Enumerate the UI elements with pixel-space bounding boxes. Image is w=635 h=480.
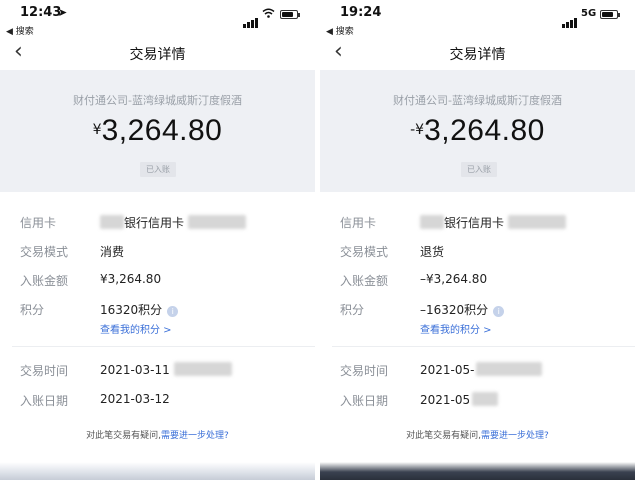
transaction-time-value: 2021-05- — [420, 363, 475, 377]
network-type: 5G — [581, 8, 597, 19]
status-bar: 19:24 5G — [320, 0, 635, 28]
posted-date-value: 2021-03-12 — [100, 392, 170, 406]
transaction-time-value-wrap: 2021-05- — [420, 362, 543, 377]
further-action-link[interactable]: 需要进一步处理? — [481, 431, 549, 441]
card-row: 信用卡 银行信用卡 — [320, 212, 635, 232]
transaction-summary: 财付通公司-蓝湾绿城威斯汀度假酒 ¥3,264.80 已入账 — [0, 70, 315, 192]
posted-date-row: 入账日期 2021-05 — [320, 390, 635, 410]
redacted-block — [173, 362, 232, 376]
points-value-wrap: –16320积分 i — [420, 301, 505, 318]
points-value: 16320积分 — [100, 303, 163, 317]
posted-amount-label: 入账金额 — [340, 274, 389, 288]
transaction-time-row: 交易时间 2021-03-11 — [0, 360, 315, 380]
wifi-icon — [262, 8, 275, 18]
redacted-block — [508, 215, 567, 229]
merchant-name: 财付通公司-蓝湾绿城威斯汀度假酒 — [73, 94, 242, 107]
battery-icon — [280, 10, 300, 19]
points-row: 积分 16320积分 i — [0, 299, 315, 319]
status-badge: 已入账 — [140, 162, 176, 177]
posted-date-label: 入账日期 — [340, 394, 389, 408]
card-value: 银行信用卡 — [100, 214, 247, 231]
card-label: 信用卡 — [20, 216, 57, 230]
card-value: 银行信用卡 — [420, 214, 567, 231]
redacted-block — [472, 392, 499, 406]
posted-date-label: 入账日期 — [20, 394, 69, 408]
posted-amount-label: 入账金额 — [20, 274, 69, 288]
amount-value: 3,264.80 — [424, 114, 545, 147]
status-bar: 12:43 ➤ — [0, 0, 315, 28]
points-row: 积分 –16320积分 i — [320, 299, 635, 319]
signal-bars-icon — [562, 9, 578, 28]
transaction-time-value: 2021-03-11 — [100, 363, 170, 377]
transaction-time-label: 交易时间 — [340, 364, 389, 378]
merchant-name: 财付通公司-蓝湾绿城威斯汀度假酒 — [393, 94, 562, 107]
info-icon[interactable]: i — [493, 306, 505, 317]
card-name: 银行信用卡 — [124, 216, 185, 230]
mode-label: 交易模式 — [340, 245, 389, 259]
points-label: 积分 — [20, 303, 45, 317]
signal-bars-icon — [243, 9, 259, 28]
redacted-block — [420, 215, 444, 229]
posted-amount-row: 入账金额 –¥3,264.80 — [320, 270, 635, 290]
card-name: 银行信用卡 — [444, 216, 505, 230]
points-value-wrap: 16320积分 i — [100, 301, 179, 318]
page-title: 交易详情 — [129, 47, 186, 63]
posted-date-value: 2021-05 — [420, 393, 471, 407]
mode-label: 交易模式 — [20, 245, 69, 259]
status-time: 12:43 — [20, 5, 62, 20]
further-action-link[interactable]: 需要进一步处理? — [161, 431, 229, 441]
amount-value: 3,264.80 — [101, 114, 223, 147]
left-phone-screen: 12:43 ➤ ◀ 搜索 ‹ 交易详情 财付通公司-蓝湾绿城威斯汀度假酒 ¥3,… — [0, 0, 315, 480]
question-prompt: 对此笔交易有疑问,需要进一步处理? — [0, 428, 315, 441]
nav-bar: ‹ 交易详情 — [320, 38, 635, 68]
posted-date-row: 入账日期 2021-03-12 — [0, 390, 315, 410]
transaction-amount: ¥3,264.80 — [0, 114, 315, 148]
transaction-time-row: 交易时间 2021-05- — [320, 360, 635, 380]
question-text: 对此笔交易有疑问, — [406, 431, 482, 441]
mode-value: 消费 — [100, 245, 125, 259]
status-badge: 已入账 — [461, 162, 497, 177]
right-phone-screen: 19:24 5G ◀ 搜索 ‹ 交易详情 财付通公司-蓝湾绿城威斯汀度假酒 -¥… — [320, 0, 635, 480]
card-label: 信用卡 — [340, 216, 377, 230]
posted-amount-value: –¥3,264.80 — [420, 272, 488, 286]
transaction-summary: 财付通公司-蓝湾绿城威斯汀度假酒 -¥3,264.80 已入账 — [320, 70, 635, 192]
posted-amount-value: ¥3,264.80 — [100, 272, 162, 286]
bottom-bar — [320, 460, 635, 480]
info-icon[interactable]: i — [167, 306, 179, 317]
bottom-bar — [0, 460, 315, 480]
divider — [332, 346, 635, 347]
transaction-time-label: 交易时间 — [20, 364, 69, 378]
posted-amount-row: 入账金额 ¥3,264.80 — [0, 270, 315, 290]
view-points-link[interactable]: 查看我的积分 > — [100, 321, 172, 336]
page-title: 交易详情 — [449, 47, 506, 63]
view-points-link[interactable]: 查看我的积分 > — [420, 321, 492, 336]
mode-row: 交易模式 退货 — [320, 241, 635, 261]
back-to-search-link[interactable]: ◀ 搜索 — [6, 24, 34, 37]
redacted-block — [476, 362, 543, 376]
card-row: 信用卡 银行信用卡 — [0, 212, 315, 232]
redacted-block — [100, 215, 124, 229]
mode-row: 交易模式 消费 — [0, 241, 315, 261]
question-text: 对此笔交易有疑问, — [86, 431, 162, 441]
transaction-amount: -¥3,264.80 — [320, 114, 635, 148]
divider — [12, 346, 315, 347]
back-to-search-link[interactable]: ◀ 搜索 — [326, 24, 354, 37]
currency-symbol: ¥ — [92, 122, 102, 138]
redacted-block — [188, 215, 247, 229]
posted-date-value-wrap: 2021-05 — [420, 392, 499, 407]
currency-symbol: -¥ — [410, 122, 425, 138]
status-time: 19:24 — [340, 5, 382, 20]
question-prompt: 对此笔交易有疑问,需要进一步处理? — [320, 428, 635, 441]
points-label: 积分 — [340, 303, 365, 317]
battery-icon — [600, 10, 620, 19]
mode-value: 退货 — [420, 245, 445, 259]
transaction-time-value-wrap: 2021-03-11 — [100, 362, 232, 377]
points-value: –16320积分 — [420, 303, 489, 317]
nav-bar: ‹ 交易详情 — [0, 38, 315, 68]
location-arrow-icon: ➤ — [58, 6, 68, 19]
